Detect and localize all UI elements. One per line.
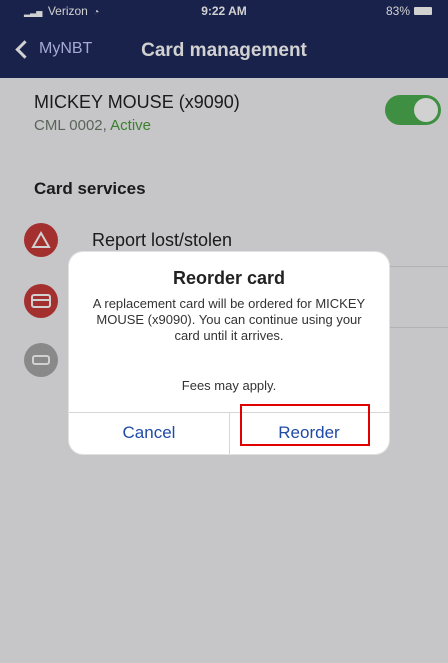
dialog-title: Reorder card	[172, 268, 286, 288]
dialog-message: A replacement card will be ordered for M…	[92, 296, 366, 343]
cancel-button[interactable]: Cancel	[69, 412, 229, 454]
dialog-fees: Fees may apply.	[181, 378, 277, 393]
phone-screen: ▂▃▅ Verizon ◔ 9:22 AM 83% MyNBT Card man…	[0, 0, 448, 663]
reorder-highlight-box	[240, 404, 370, 446]
